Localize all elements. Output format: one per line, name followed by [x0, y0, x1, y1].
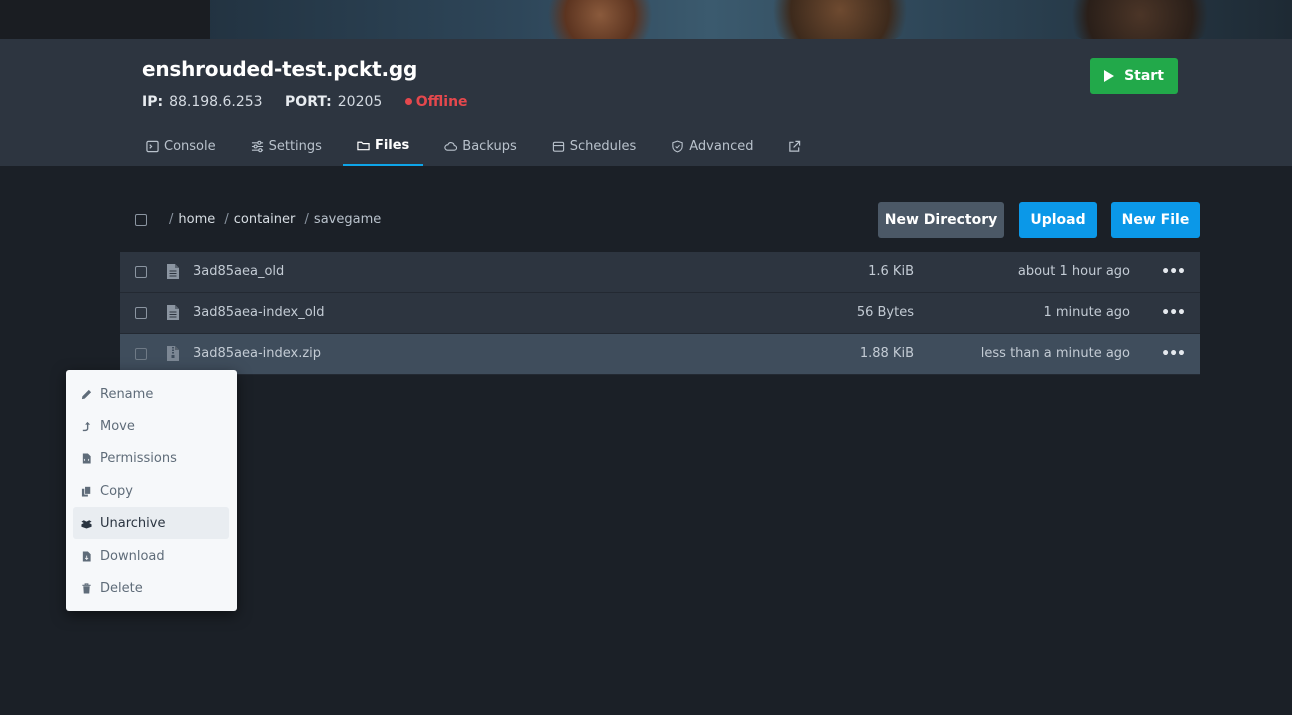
move-icon	[82, 421, 91, 431]
start-label: Start	[1124, 68, 1164, 84]
cloud-icon	[444, 142, 458, 151]
port-value: 20205	[337, 94, 383, 110]
file-icon	[167, 305, 179, 320]
menu-item-label: Delete	[100, 580, 143, 596]
menu-item-label: Move	[100, 418, 135, 434]
download-file-icon	[82, 550, 91, 562]
menu-item-unarchive[interactable]: Unarchive	[73, 507, 229, 539]
tab-label: Settings	[268, 139, 322, 154]
menu-item-copy[interactable]: Copy	[73, 475, 229, 507]
file-size: 56 Bytes	[856, 305, 914, 320]
new-file-button[interactable]: New File	[1111, 202, 1200, 238]
file-name[interactable]: 3ad85aea_old	[193, 264, 284, 279]
tab-schedules[interactable]: Schedules	[538, 127, 651, 166]
row-checkbox[interactable]	[135, 348, 147, 360]
server-tabs: Console Settings Files Backups Schedules…	[132, 127, 822, 166]
select-all-checkbox[interactable]	[135, 214, 147, 226]
breadcrumb-home[interactable]: home	[178, 212, 215, 227]
more-options-icon[interactable]: •••	[1161, 305, 1186, 321]
file-toolbar: / home / container / savegame New Directory…	[120, 202, 1200, 238]
folder-icon	[357, 141, 370, 151]
calendar-icon	[552, 141, 564, 152]
pencil-icon	[81, 389, 92, 399]
server-header: enshrouded-test.pckt.gg IP: 88.198.6.253 …	[0, 39, 1292, 166]
file-size: 1.6 KiB	[868, 264, 914, 279]
more-options-icon[interactable]: •••	[1161, 346, 1186, 362]
copy-icon	[81, 485, 91, 497]
sliders-icon	[251, 140, 263, 153]
ip-label: IP:	[142, 94, 164, 110]
boxes-icon	[81, 519, 92, 529]
menu-item-label: Rename	[100, 386, 154, 402]
upload-button[interactable]: Upload	[1019, 202, 1097, 238]
server-name: enshrouded-test.pckt.gg	[142, 57, 418, 81]
terminal-icon	[146, 140, 159, 153]
port-label: PORT:	[285, 94, 332, 110]
more-options-icon[interactable]: •••	[1161, 264, 1186, 280]
file-modified: 1 minute ago	[1043, 305, 1130, 320]
menu-item-delete[interactable]: Delete	[73, 572, 229, 604]
tab-label: Schedules	[569, 139, 637, 154]
status-text: Offline	[415, 94, 468, 110]
row-checkbox[interactable]	[135, 307, 147, 319]
breadcrumb-savegame: savegame	[313, 212, 382, 227]
breadcrumb: / home / container / savegame	[169, 212, 382, 227]
file-list: 3ad85aea_old 1.6 KiB about 1 hour ago ••…	[120, 252, 1200, 375]
tab-label: Advanced	[689, 139, 754, 154]
tab-label: Backups	[462, 139, 517, 154]
file-size: 1.88 KiB	[859, 346, 914, 361]
trash-icon	[82, 582, 91, 594]
tab-settings[interactable]: Settings	[237, 127, 336, 166]
archive-file-icon	[167, 346, 179, 361]
file-modified: about 1 hour ago	[1017, 264, 1130, 279]
file-row[interactable]: 3ad85aea_old 1.6 KiB about 1 hour ago ••…	[120, 252, 1200, 293]
external-link-icon	[789, 140, 801, 152]
menu-item-permissions[interactable]: Permissions	[73, 442, 229, 474]
file-icon	[167, 264, 179, 279]
tab-label: Console	[164, 139, 216, 154]
start-button[interactable]: Start	[1090, 58, 1178, 94]
menu-item-move[interactable]: Move	[73, 410, 229, 442]
ip-value: 88.198.6.253	[169, 94, 263, 110]
server-banner-image	[0, 0, 1292, 39]
file-row[interactable]: 3ad85aea-index_old 56 Bytes 1 minute ago…	[120, 293, 1200, 334]
status-dot	[404, 98, 412, 105]
tab-files[interactable]: Files	[342, 127, 424, 166]
tab-advanced[interactable]: Advanced	[657, 127, 767, 166]
menu-item-download[interactable]: Download	[73, 540, 229, 572]
new-directory-button[interactable]: New Directory	[878, 202, 1004, 238]
file-modified: less than a minute ago	[980, 346, 1130, 361]
server-meta: IP: 88.198.6.253 PORT: 20205 Offline	[142, 94, 468, 110]
play-icon	[1104, 70, 1115, 82]
tab-label: Files	[374, 138, 410, 153]
file-name[interactable]: 3ad85aea-index_old	[193, 305, 325, 320]
breadcrumb-container[interactable]: container	[234, 212, 296, 227]
menu-item-label: Permissions	[100, 450, 177, 466]
menu-item-label: Copy	[100, 483, 133, 499]
status-badge: Offline	[404, 94, 468, 110]
file-row[interactable]: 3ad85aea-index.zip 1.88 KiB less than a …	[120, 334, 1200, 375]
file-name[interactable]: 3ad85aea-index.zip	[193, 346, 321, 361]
menu-item-label: Download	[100, 548, 165, 564]
shield-icon	[672, 140, 683, 153]
row-checkbox[interactable]	[135, 266, 147, 278]
file-context-menu: Rename Move Permissions Copy Unarchive D…	[66, 370, 237, 611]
menu-item-label: Unarchive	[100, 515, 166, 531]
permissions-file-icon	[82, 452, 91, 464]
tab-external-link[interactable]	[774, 127, 815, 166]
tab-console[interactable]: Console	[132, 127, 230, 166]
tab-backups[interactable]: Backups	[430, 127, 530, 166]
menu-item-rename[interactable]: Rename	[73, 378, 229, 410]
